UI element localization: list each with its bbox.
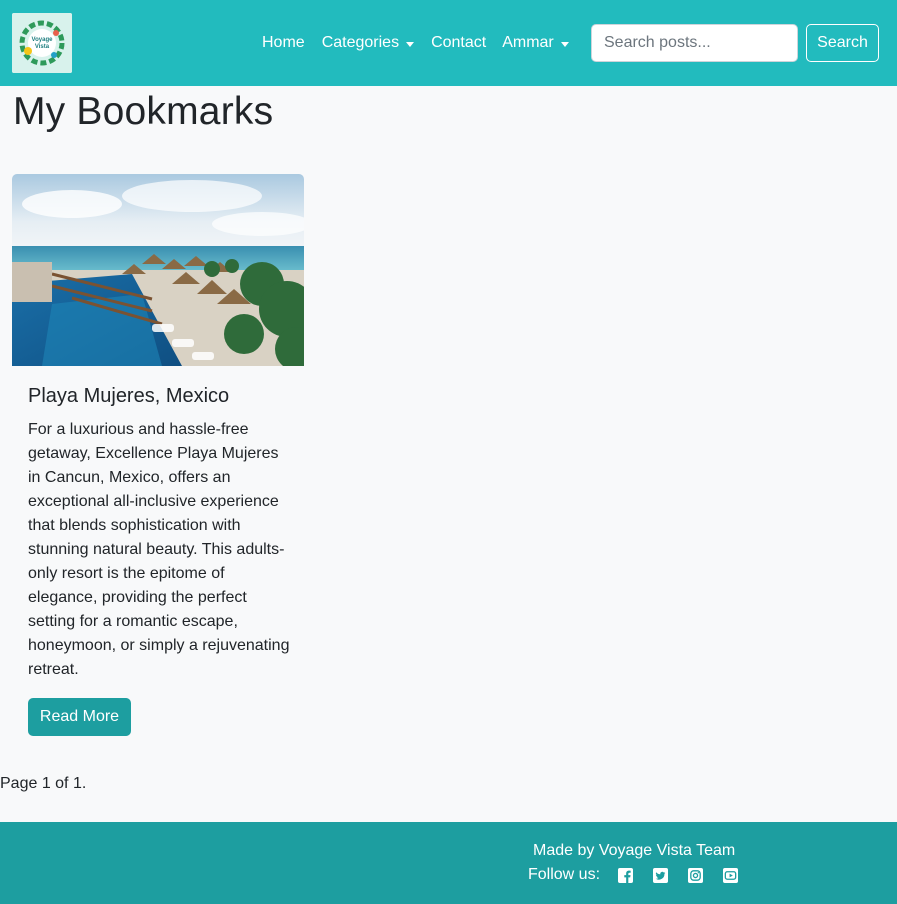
footer-follow: Follow us: (528, 866, 739, 884)
nav-dropdown-categories[interactable]: Categories (321, 34, 415, 52)
chevron-down-icon (406, 41, 415, 47)
footer-credit: Made by Voyage Vista Team (533, 842, 736, 859)
page-title: My Bookmarks (13, 90, 274, 133)
search-input[interactable] (591, 24, 798, 62)
footer: Made by Voyage Vista Team Follow us: (0, 822, 897, 904)
card-text: For a luxurious and hassle-free getaway,… (28, 421, 290, 678)
nav-link-contact-label: Contact (431, 34, 487, 51)
svg-text:Voyage: Voyage (32, 37, 54, 43)
facebook-icon[interactable] (618, 867, 634, 883)
card-body: Playa Mujeres, Mexico For a luxurious an… (12, 366, 304, 736)
bookmark-card: Playa Mujeres, Mexico For a luxurious an… (12, 174, 304, 736)
brand-logo[interactable]: Voyage Vista (12, 13, 72, 73)
nav-dropdown-user[interactable]: Ammar (502, 34, 569, 52)
card-title: Playa Mujeres, Mexico (28, 385, 230, 407)
read-more-button[interactable]: Read More (28, 698, 131, 736)
nav-dropdown-categories-label: Categories (321, 34, 400, 51)
nav-link-contact[interactable]: Contact (431, 34, 486, 52)
instagram-icon[interactable] (688, 867, 704, 883)
social-links (618, 867, 739, 883)
youtube-icon[interactable] (723, 867, 739, 883)
navbar: Voyage Vista Home Categories Contact Amm… (0, 0, 897, 86)
pagination-text: Page 1 of 1. (0, 775, 87, 792)
card-image[interactable] (12, 174, 304, 366)
nav-links: Home Categories Contact Ammar (262, 0, 569, 86)
nav-link-home[interactable]: Home (262, 34, 305, 52)
nav-link-home-label: Home (262, 34, 305, 51)
svg-text:Vista: Vista (35, 44, 50, 50)
search-button[interactable]: Search (806, 24, 879, 62)
twitter-icon[interactable] (653, 867, 669, 883)
chevron-down-icon (560, 41, 569, 47)
logo-image: Voyage Vista (12, 13, 72, 73)
nav-dropdown-user-label: Ammar (502, 34, 554, 51)
follow-label: Follow us: (528, 866, 601, 883)
